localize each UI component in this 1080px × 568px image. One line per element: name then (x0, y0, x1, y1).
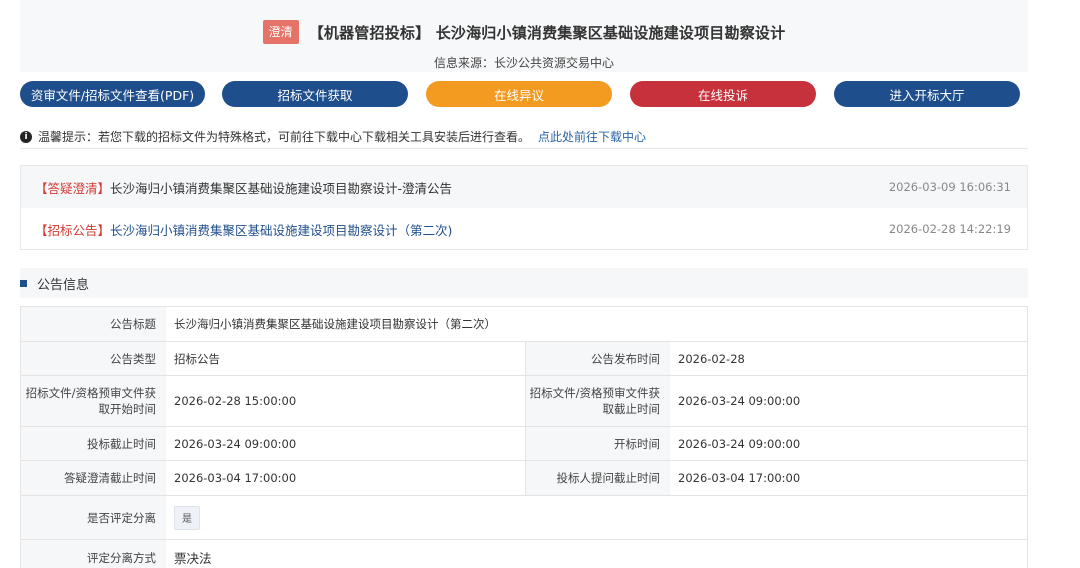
notice-title[interactable]: 长沙海归小镇消费集聚区基础设施建设项目勘察设计-澄清公告 (110, 178, 452, 197)
tip-bar: i 温馨提示：若您下载的招标文件为特殊格式，可前往下载中心下载相关工具安装后进行… (20, 129, 1028, 149)
table-row: 答疑澄清截止时间 2026-03-04 17:00:00 投标人提问截止时间 2… (21, 461, 1027, 496)
action-buttons: 资审文件/招标文件查看(PDF) 招标文件获取 在线异议 在线投诉 进入开标大厅 (20, 81, 1022, 107)
page: 澄清 【机器管招投标】 长沙海归小镇消费集聚区基础设施建设项目勘察设计 信息来源… (0, 0, 1080, 568)
section-square-icon (20, 279, 27, 287)
label-announcement-type: 公告类型 (21, 342, 166, 375)
notice-title[interactable]: 长沙海归小镇消费集聚区基础设施建设项目勘察设计（第二次) (110, 220, 452, 239)
section-title: 公告信息 (37, 277, 90, 293)
notice-tag: 【招标公告】 (35, 222, 111, 238)
online-complaint-button[interactable]: 在线投诉 (630, 81, 816, 107)
notice-date: 2026-02-28 14:22:19 (888, 222, 1011, 236)
table-row: 招标文件/资格预审文件获取开始时间 2026-02-28 15:00:00 招标… (21, 376, 1027, 427)
label-question-deadline: 投标人提问截止时间 (525, 461, 670, 495)
notice-date: 2026-03-09 16:06:31 (888, 180, 1011, 194)
value-announcement-type: 招标公告 (174, 351, 220, 366)
label-file-start-time: 招标文件/资格预审文件获取开始时间 (21, 376, 166, 426)
announcement-header: 澄清 【机器管招投标】 长沙海归小镇消费集聚区基础设施建设项目勘察设计 信息来源… (20, 0, 1028, 72)
announcement-info-table: 公告标题 长沙海归小镇消费集聚区基础设施建设项目勘察设计（第二次） 公告类型 招… (20, 306, 1028, 568)
online-objection-button[interactable]: 在线异议 (426, 81, 612, 107)
table-row: 投标截止时间 2026-03-24 09:00:00 开标时间 2026-03-… (21, 427, 1027, 461)
value-question-deadline: 2026-03-04 17:00:00 (678, 471, 801, 485)
section-header: 公告信息 (20, 268, 1028, 298)
table-row: 评定分离方式 票决法 (21, 540, 1027, 568)
notice-item[interactable]: 【招标公告】 长沙海归小镇消费集聚区基础设施建设项目勘察设计（第二次) 2026… (21, 208, 1027, 250)
table-row: 公告标题 长沙海归小镇消费集聚区基础设施建设项目勘察设计（第二次） (21, 307, 1027, 342)
info-icon: i (20, 130, 32, 143)
value-open-time: 2026-03-24 09:00:00 (678, 436, 801, 451)
label-bid-deadline: 投标截止时间 (21, 427, 166, 460)
label-separation-method: 评定分离方式 (21, 540, 166, 568)
enter-bid-hall-button[interactable]: 进入开标大厅 (834, 81, 1020, 107)
value-publish-time: 2026-02-28 (678, 351, 745, 366)
value-evaluation-separation: 是 (166, 496, 1027, 539)
label-clarify-deadline: 答疑澄清截止时间 (21, 461, 166, 495)
value-separation-method: 票决法 (174, 551, 212, 566)
label-publish-time: 公告发布时间 (525, 342, 670, 375)
value-clarify-deadline: 2026-03-04 17:00:00 (174, 471, 297, 485)
get-bid-file-button[interactable]: 招标文件获取 (222, 81, 408, 107)
notice-item[interactable]: 【答疑澄清】 长沙海归小镇消费集聚区基础设施建设项目勘察设计-澄清公告 2026… (21, 166, 1027, 208)
value-announcement-title: 长沙海归小镇消费集聚区基础设施建设项目勘察设计（第二次） (174, 317, 496, 331)
value-file-start-time: 2026-02-28 15:00:00 (174, 394, 297, 408)
download-center-link[interactable]: 点此处前往下载中心 (538, 128, 646, 145)
separation-yes-tag: 是 (174, 505, 200, 530)
related-notices: 【答疑澄清】 长沙海归小镇消费集聚区基础设施建设项目勘察设计-澄清公告 2026… (20, 165, 1028, 250)
page-title: 【机器管招投标】 长沙海归小镇消费集聚区基础设施建设项目勘察设计 (308, 23, 786, 42)
table-row: 公告类型 招标公告 公告发布时间 2026-02-28 (21, 342, 1027, 376)
label-open-time: 开标时间 (525, 427, 670, 460)
value-file-end-time: 2026-03-24 09:00:00 (678, 394, 801, 408)
value-bid-deadline: 2026-03-24 09:00:00 (174, 436, 297, 451)
table-row: 是否评定分离 是 (21, 496, 1027, 540)
info-source: 信息来源：长沙公共资源交易中心 (433, 56, 614, 70)
label-file-end-time: 招标文件/资格预审文件获取截止时间 (525, 376, 670, 426)
label-evaluation-separation: 是否评定分离 (21, 496, 166, 539)
view-pdf-button[interactable]: 资审文件/招标文件查看(PDF) (20, 81, 205, 107)
notice-tag: 【答疑澄清】 (35, 180, 111, 196)
title-row: 澄清 【机器管招投标】 长沙海归小镇消费集聚区基础设施建设项目勘察设计 (20, 20, 1028, 44)
clarify-badge: 澄清 (262, 20, 299, 44)
label-announcement-title: 公告标题 (21, 307, 166, 341)
tip-text: 温馨提示：若您下载的招标文件为特殊格式，可前往下载中心下载相关工具安装后进行查看… (38, 130, 531, 144)
